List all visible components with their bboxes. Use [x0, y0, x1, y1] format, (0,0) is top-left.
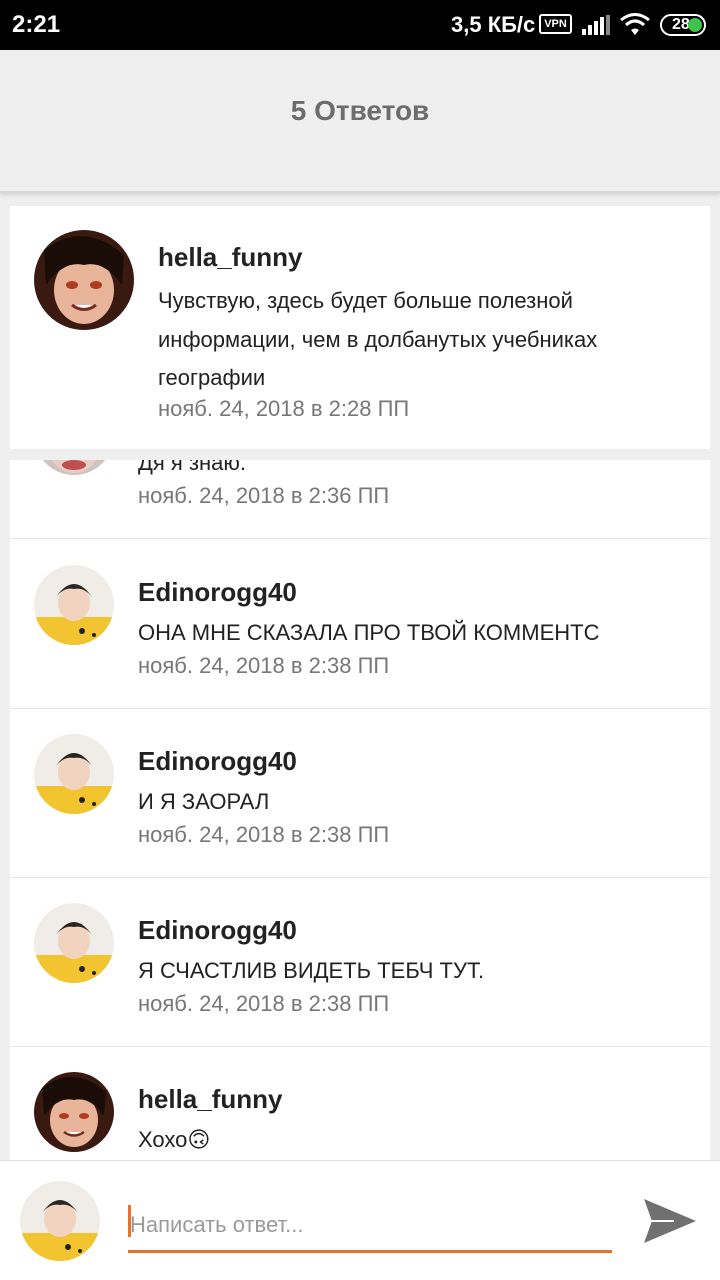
parent-comment: hella_funny Чувствую, здесь будет больше…	[10, 206, 710, 449]
avatar-hella-funny-image	[34, 230, 134, 330]
reply-date: нояб. 24, 2018 в 2:36 ПП	[138, 483, 390, 508]
avatar-hella-funny-image	[34, 1072, 114, 1152]
list-item: Дя я знаю. нояб. 24, 2018 в 2:36 ПП	[10, 460, 710, 539]
page-title: 5 Ответов	[290, 95, 430, 126]
app-header: 5 Ответов	[0, 50, 720, 193]
list-item: Edinorogg40 Я СЧАСТЛИВ ВИДЕТЬ ТЕБЧ ТУТ. …	[10, 878, 710, 1047]
reply-text: И Я ЗАОРАЛ	[138, 789, 270, 814]
status-bar: 2:21 3,5 КБ/с VPN 28	[0, 0, 720, 50]
text-cursor	[128, 1205, 131, 1237]
reply-text: ОНА МНЕ СКАЗАЛА ПРО ТВОЙ КОММЕНТС	[138, 620, 600, 645]
avatar[interactable]	[34, 903, 114, 983]
comment-author[interactable]: hella_funny	[158, 242, 302, 273]
avatar-edinorogg40-image	[34, 903, 114, 983]
send-icon[interactable]	[640, 1191, 700, 1251]
wifi-icon	[620, 13, 650, 35]
comment-date: нояб. 24, 2018 в 2:28 ПП	[158, 396, 410, 421]
avatar[interactable]	[34, 565, 114, 645]
list-item: hella_funny Хохо🙃	[10, 1047, 710, 1160]
reply-date: нояб. 24, 2018 в 2:38 ПП	[138, 822, 390, 847]
reply-text: Дя я знаю.	[138, 460, 247, 475]
reply-date: нояб. 24, 2018 в 2:38 ПП	[138, 991, 390, 1016]
reply-text: Я СЧАСТЛИВ ВИДЕТЬ ТЕБЧ ТУТ.	[138, 958, 485, 983]
reply-author[interactable]: Edinorogg40	[138, 577, 297, 608]
reply-date: нояб. 24, 2018 в 2:38 ПП	[138, 653, 390, 678]
signal-icon	[582, 15, 610, 35]
vpn-icon: VPN	[539, 14, 572, 34]
reply-author[interactable]: Edinorogg40	[138, 746, 297, 777]
list-item: Edinorogg40 ОНА МНЕ СКАЗАЛА ПРО ТВОЙ КОМ…	[10, 540, 710, 709]
replies-list[interactable]: Дя я знаю. нояб. 24, 2018 в 2:36 ПП Edin…	[10, 460, 710, 1160]
list-item: Edinorogg40 И Я ЗАОРАЛ нояб. 24, 2018 в …	[10, 709, 710, 878]
reply-author[interactable]: Edinorogg40	[138, 915, 297, 946]
avatar[interactable]	[34, 734, 114, 814]
reply-composer	[0, 1160, 720, 1280]
battery-charge-dot	[688, 18, 702, 32]
comment-text: Чувствую, здесь будет больше полезной ин…	[158, 288, 598, 390]
avatar	[20, 1181, 100, 1261]
current-user-avatar-image	[20, 1181, 100, 1261]
network-speed: 3,5 КБ/с	[451, 12, 536, 37]
avatar[interactable]	[34, 1072, 114, 1152]
reply-text: Хохо🙃	[138, 1127, 211, 1152]
avatar[interactable]	[34, 460, 114, 475]
avatar[interactable]	[34, 230, 134, 330]
avatar-image	[34, 460, 114, 475]
avatar-edinorogg40-image	[34, 734, 114, 814]
reply-author[interactable]: hella_funny	[138, 1084, 282, 1115]
reply-input[interactable]	[128, 1199, 612, 1253]
status-time: 2:21	[12, 11, 61, 38]
avatar-edinorogg40-image	[34, 565, 114, 645]
battery-icon: 28	[660, 14, 706, 36]
